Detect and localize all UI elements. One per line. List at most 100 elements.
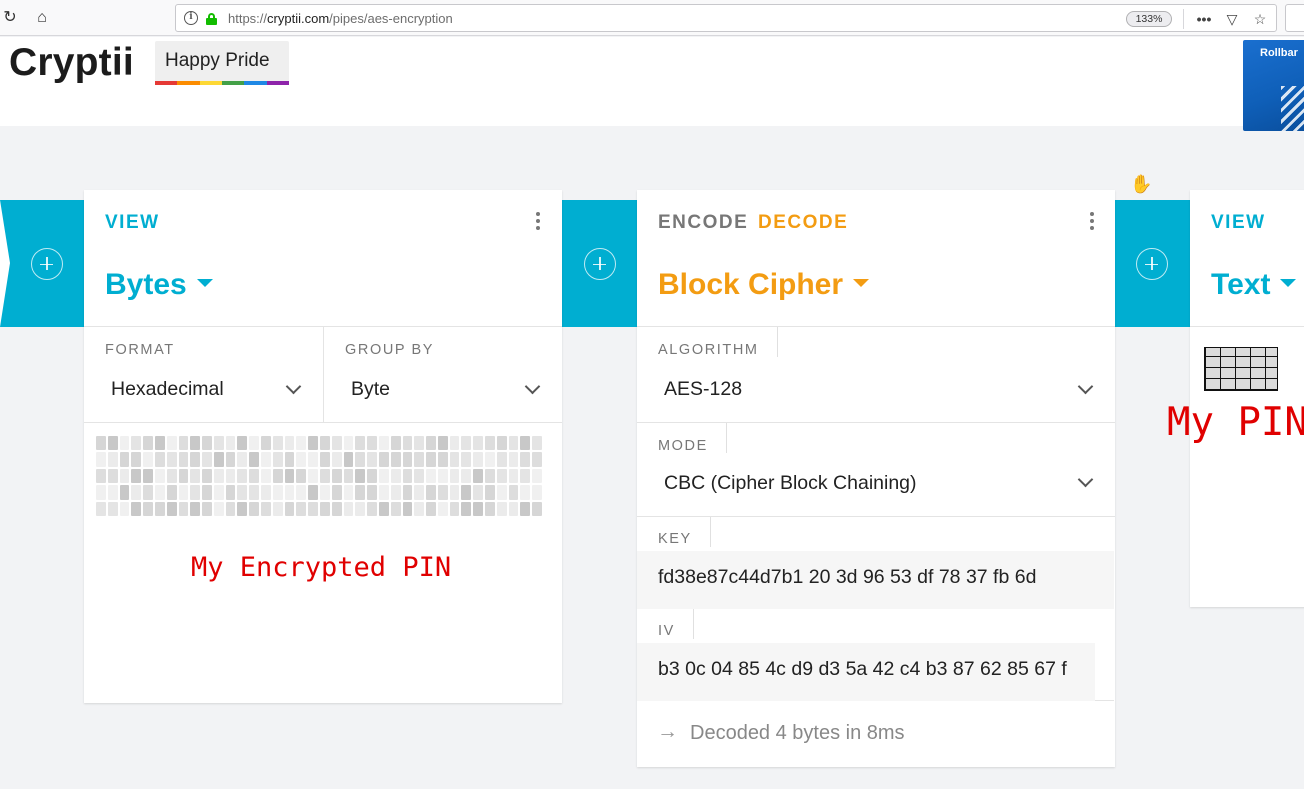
algorithm-select[interactable]: ALGORITHM AES-128 — [637, 327, 1115, 423]
more-options-icon[interactable] — [535, 212, 541, 234]
encoder-name: Block Cipher — [658, 268, 844, 301]
byte-cell — [96, 485, 106, 500]
tab-view[interactable]: VIEW — [1211, 212, 1266, 234]
divider — [1183, 9, 1184, 29]
byte-cell — [355, 452, 366, 467]
mode-select[interactable]: MODE CBC (Cipher Block Chaining) — [637, 423, 1115, 517]
byte-cell — [508, 436, 519, 451]
byte-cell — [343, 485, 354, 500]
group-by-select[interactable]: GROUP BY Byte — [324, 327, 562, 423]
byte-cell — [426, 436, 436, 451]
byte-cell — [437, 436, 448, 451]
rollbar-ad[interactable]: Rollbar — [1243, 40, 1304, 131]
unprintable-characters-box[interactable] — [1204, 347, 1278, 391]
byte-cell — [166, 452, 177, 467]
add-encoder-icon[interactable] — [1136, 248, 1168, 280]
byte-cell — [119, 485, 130, 500]
page-actions-icon[interactable]: ••• — [1194, 9, 1214, 29]
tab-encode[interactable]: ENCODE — [658, 212, 748, 234]
byte-cell — [461, 501, 472, 516]
card-header: ENCODE DECODE Block Cipher — [637, 190, 1115, 327]
byte-cell — [331, 468, 342, 484]
pride-button[interactable]: Happy Pride — [155, 41, 289, 85]
byte-cell — [96, 501, 106, 516]
more-options-icon[interactable] — [1089, 212, 1095, 234]
byte-cell — [308, 485, 318, 500]
byte-cell — [202, 501, 212, 516]
key-label: KEY — [658, 517, 711, 547]
byte-cell — [143, 468, 153, 484]
add-encoder-icon[interactable] — [31, 248, 63, 280]
byte-cell — [343, 452, 354, 467]
reload-icon[interactable]: ↻ — [0, 8, 20, 28]
zoom-level-badge[interactable]: 133% — [1126, 11, 1172, 27]
byte-content-area[interactable] — [96, 436, 542, 516]
search-box[interactable] — [1285, 4, 1304, 32]
byte-cell — [520, 436, 531, 451]
format-select[interactable]: FORMAT Hexadecimal — [84, 327, 323, 423]
byte-cell — [461, 436, 472, 451]
url-text[interactable]: https://cryptii.com/pipes/aes-encryption — [228, 11, 453, 26]
annotation-my-pin: My PIN — [1167, 400, 1304, 445]
stripe-segment — [199, 81, 222, 85]
byte-cell — [473, 468, 484, 484]
byte-cell — [485, 485, 495, 500]
key-input[interactable]: fd38e87c44d7b1 20 3d 96 53 df 78 37 fb 6… — [637, 551, 1114, 609]
byte-cell — [508, 452, 519, 467]
byte-cell — [532, 452, 542, 467]
encoder-selector[interactable]: Text — [1211, 268, 1297, 302]
byte-cell — [237, 436, 248, 451]
key-field[interactable]: KEY fd38e87c44d7b1 20 3d 96 53 df 78 37 … — [637, 517, 1114, 609]
byte-cell — [308, 501, 318, 516]
byte-cell — [178, 485, 189, 500]
encoder-selector[interactable]: Block Cipher — [658, 268, 870, 302]
rainbow-stripe — [155, 81, 289, 85]
byte-cell — [485, 468, 495, 484]
encoder-name: Bytes — [105, 268, 187, 301]
card-header: VIEW Bytes — [84, 190, 562, 327]
byte-cell — [296, 468, 307, 484]
iv-field[interactable]: IV b3 0c 04 85 4c d9 d3 5a 42 c4 b3 87 6… — [637, 609, 1114, 701]
byte-cell — [367, 436, 377, 451]
byte-cell — [437, 485, 448, 500]
annotation-encrypted-pin: My Encrypted PIN — [191, 552, 452, 583]
bookmark-star-icon[interactable]: ☆ — [1250, 9, 1270, 29]
byte-cell — [178, 468, 189, 484]
pipeline-start-arrow — [0, 200, 10, 327]
tab-decode[interactable]: DECODE — [758, 212, 848, 234]
tab-view[interactable]: VIEW — [105, 212, 160, 234]
group-by-label: GROUP BY — [345, 342, 435, 358]
byte-cell — [96, 436, 106, 451]
algorithm-label: ALGORITHM — [658, 327, 778, 358]
byte-cell — [367, 501, 377, 516]
byte-cell — [143, 501, 153, 516]
encoder-selector[interactable]: Bytes — [105, 268, 213, 302]
byte-cell — [402, 436, 413, 451]
byte-cell — [319, 485, 330, 500]
byte-cell — [213, 501, 224, 516]
home-icon[interactable]: ⌂ — [32, 8, 52, 28]
site-logo[interactable]: Cryptii — [9, 41, 134, 85]
byte-cell — [461, 468, 472, 484]
byte-cell — [355, 436, 366, 451]
iv-input[interactable]: b3 0c 04 85 4c d9 d3 5a 42 c4 b3 87 62 8… — [637, 643, 1095, 701]
byte-cell — [272, 452, 283, 467]
byte-cell — [449, 485, 460, 500]
byte-cell — [426, 485, 436, 500]
pocket-icon[interactable]: ▽ — [1222, 9, 1242, 29]
byte-cell — [402, 501, 413, 516]
byte-cell — [532, 485, 542, 500]
byte-cell — [367, 485, 377, 500]
info-icon[interactable]: i — [184, 11, 198, 25]
byte-cell — [426, 501, 436, 516]
byte-cell — [249, 436, 260, 451]
byte-cell — [473, 485, 484, 500]
address-bar[interactable]: i https://cryptii.com/pipes/aes-encrypti… — [175, 4, 1277, 32]
add-encoder-icon[interactable] — [584, 248, 616, 280]
byte-cell — [119, 468, 130, 484]
byte-cell — [190, 452, 201, 467]
byte-cell — [213, 436, 224, 451]
byte-cell — [367, 452, 377, 467]
byte-cell — [343, 436, 354, 451]
byte-cell — [485, 452, 495, 467]
